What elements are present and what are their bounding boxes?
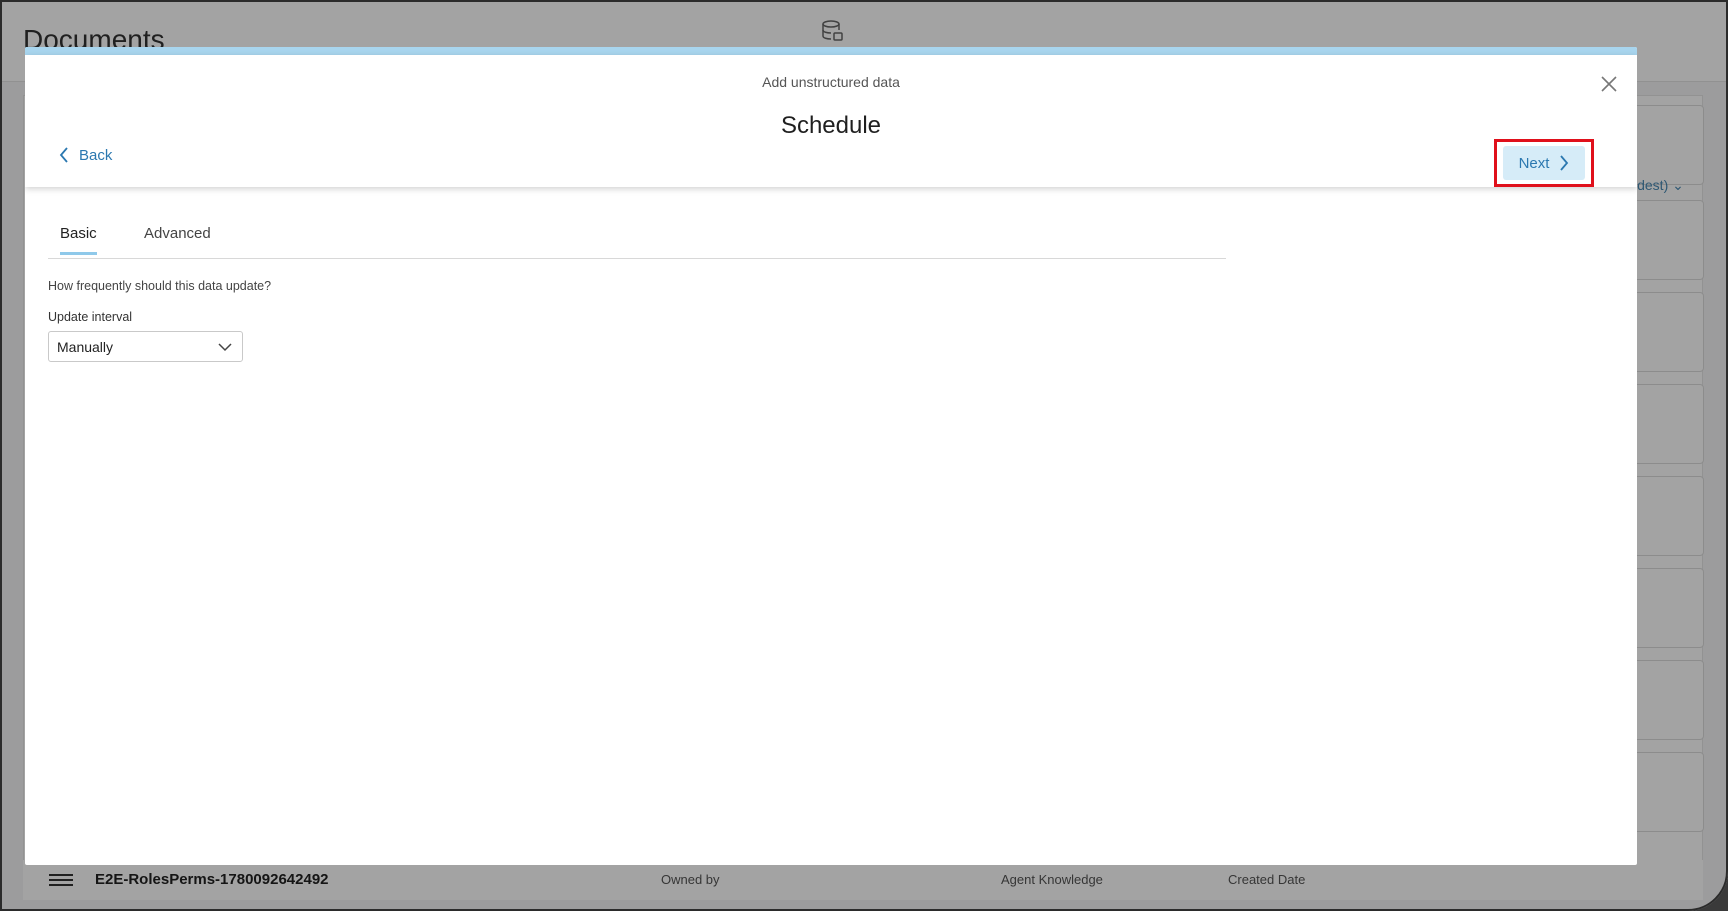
chevron-right-icon (1560, 155, 1569, 171)
modal-subtitle: Add unstructured data (762, 74, 900, 90)
tab-advanced[interactable]: Advanced (144, 225, 211, 254)
next-label: Next (1518, 154, 1550, 172)
tab-basic[interactable]: Basic (60, 225, 97, 255)
next-button[interactable]: Next (1503, 146, 1585, 180)
chevron-down-icon (218, 343, 232, 352)
modal-header: Add unstructured data Schedule Back Next (25, 55, 1637, 187)
schedule-tabs: Basic Advanced (48, 217, 1226, 259)
modal-topbar (25, 47, 1637, 55)
update-frequency-question: How frequently should this data update? (48, 279, 272, 293)
update-interval-select[interactable]: Manually (48, 331, 243, 362)
add-data-modal: Add unstructured data Schedule Back Next… (25, 47, 1637, 865)
close-icon[interactable] (1597, 72, 1621, 96)
modal-title: Schedule (780, 112, 882, 139)
update-interval-value: Manually (57, 338, 114, 355)
back-label: Back (79, 146, 113, 164)
chevron-left-icon (59, 147, 68, 163)
update-interval-label: Update interval (48, 310, 133, 324)
back-button[interactable]: Back (59, 143, 112, 167)
